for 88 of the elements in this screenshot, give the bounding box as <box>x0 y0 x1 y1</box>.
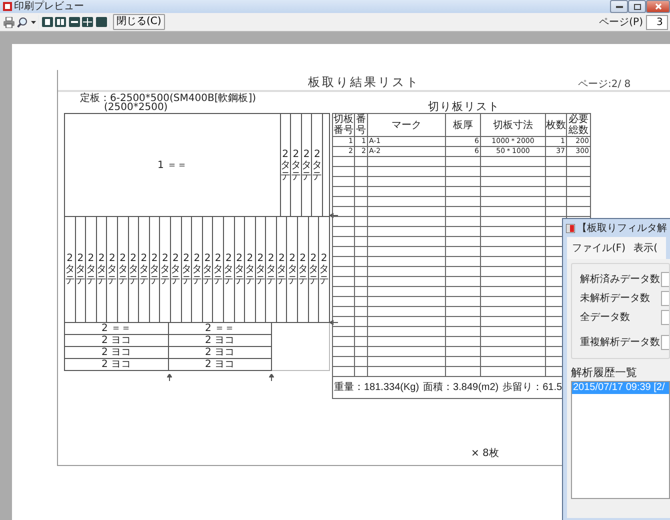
cut-list-title: 切り板リスト <box>428 101 500 114</box>
strip-piece: 2 タテ <box>276 217 288 322</box>
page-field[interactable]: 3 <box>646 14 668 30</box>
strip-piece: 2 タテ <box>245 217 256 322</box>
caret-icon[interactable] <box>30 20 36 24</box>
bottom-piece: 2 ヨコ <box>168 335 272 346</box>
strip-piece: 2 タテ <box>224 217 234 322</box>
strip-piece: 2 タテ <box>202 217 214 322</box>
column-header: 番号 <box>354 114 368 136</box>
strip-piece: 2 タテ <box>291 114 302 216</box>
report-title: 板取り結果リスト <box>308 75 420 89</box>
main-piece: 1 ＝＝ <box>65 114 280 216</box>
page-label: ページ(P) <box>599 16 643 28</box>
plate-size: (2500*2500) <box>104 102 168 113</box>
close-button[interactable] <box>646 0 670 13</box>
strip-piece: 2 タテ <box>280 114 292 216</box>
empty-area <box>272 323 330 371</box>
strip-piece: 2 タテ <box>312 114 323 216</box>
stat-label: 全データ数 <box>580 312 630 323</box>
up-arrow-icon <box>269 374 274 381</box>
window-title: 【板取りフィルタ解 <box>577 222 667 234</box>
strip-piece: 2 タテ <box>128 217 140 322</box>
app-icon <box>2 2 12 11</box>
bottom-piece: 2 ヨコ <box>65 335 168 346</box>
strip-piece: 2 タテ <box>160 217 171 322</box>
strip-piece: 2 タテ <box>150 217 160 322</box>
six-page-icon[interactable] <box>96 17 106 27</box>
bottom-piece: 2 ヨコ <box>65 347 168 358</box>
stat-field <box>661 291 669 306</box>
up-arrow-icon <box>167 374 172 381</box>
window-title: 印刷プレビュー <box>14 0 84 13</box>
strip-piece: 2 タテ <box>234 217 246 322</box>
strip-piece: 2 タテ <box>256 217 266 322</box>
minimize-icon <box>616 5 622 8</box>
bottom-piece: 2 ヨコ <box>168 359 272 370</box>
bottom-piece: 2 ＝＝ <box>65 323 168 334</box>
strip-piece: 2 タテ <box>308 217 320 322</box>
app-icon <box>566 224 575 232</box>
strip-piece: 2 タテ <box>139 217 150 322</box>
bottom-piece: 2 ヨコ <box>65 359 168 370</box>
strip-piece: 2 タテ <box>107 217 118 322</box>
menu-item[interactable]: ファイル(F) <box>572 242 626 254</box>
search-icon[interactable] <box>17 16 28 28</box>
one-page-icon[interactable] <box>42 17 52 27</box>
close-preview-button[interactable]: 閉じる(C) <box>112 14 166 30</box>
column-header: 板厚 <box>446 114 480 136</box>
strip-piece: 2 タテ <box>76 217 86 322</box>
column-header: 切板番号 <box>332 114 354 136</box>
maximize-button[interactable] <box>628 0 646 13</box>
strip-piece: 2 タテ <box>213 217 224 322</box>
maximize-icon <box>634 4 640 10</box>
strip-piece: 2 タテ <box>96 217 108 322</box>
column-header: 必要総数 <box>566 114 590 136</box>
yield-text: 歩留り：61.5 <box>502 382 562 393</box>
stat-label: 未解析データ数 <box>580 293 650 304</box>
column-header: マーク <box>368 114 446 136</box>
stat-field <box>661 310 669 325</box>
strip-piece: 2 タテ <box>65 217 76 322</box>
strip-piece: 2 タテ <box>170 217 182 322</box>
menu-item[interactable]: 表示( <box>634 242 658 254</box>
strip-piece: 2 タテ <box>192 217 203 322</box>
weight-text: 重量：181.334(Kg) <box>334 382 420 393</box>
area-text: 面積：3.849(m2) <box>423 382 499 393</box>
strip-piece: 2 タテ <box>319 252 329 288</box>
strip-piece: 2 タテ <box>287 217 298 322</box>
stat-label: 解析済みデータ数 <box>580 274 660 285</box>
bottom-piece: 2 ＝＝ <box>168 323 272 334</box>
stat-label: 重複解析データ数 <box>580 337 660 348</box>
strip-piece: 2 タテ <box>86 217 97 322</box>
strip-piece: 2 タテ <box>266 217 277 322</box>
strip-piece: 2 タテ <box>182 217 192 322</box>
two-page-icon[interactable] <box>55 17 66 27</box>
bottom-piece: 2 ヨコ <box>168 347 272 358</box>
minimize-button[interactable] <box>610 0 628 13</box>
three-page-icon[interactable] <box>68 17 80 27</box>
strip-piece: 2 タテ <box>118 217 129 322</box>
column-header: 枚数 <box>546 114 566 136</box>
printer-icon[interactable] <box>2 16 14 28</box>
history-label: 解析履歴一覧 <box>571 367 638 380</box>
stat-field <box>661 272 669 287</box>
column-header: 切板寸法 <box>480 114 546 136</box>
strip-piece: 2 タテ <box>298 217 309 322</box>
sheet-count: × 8枚 <box>471 448 499 459</box>
page-number: ページ:2/ 8 <box>578 79 631 90</box>
strip-piece: 2 タテ <box>302 114 312 216</box>
stat-field <box>661 335 669 350</box>
four-page-icon[interactable] <box>82 17 93 27</box>
close-icon <box>654 3 662 10</box>
